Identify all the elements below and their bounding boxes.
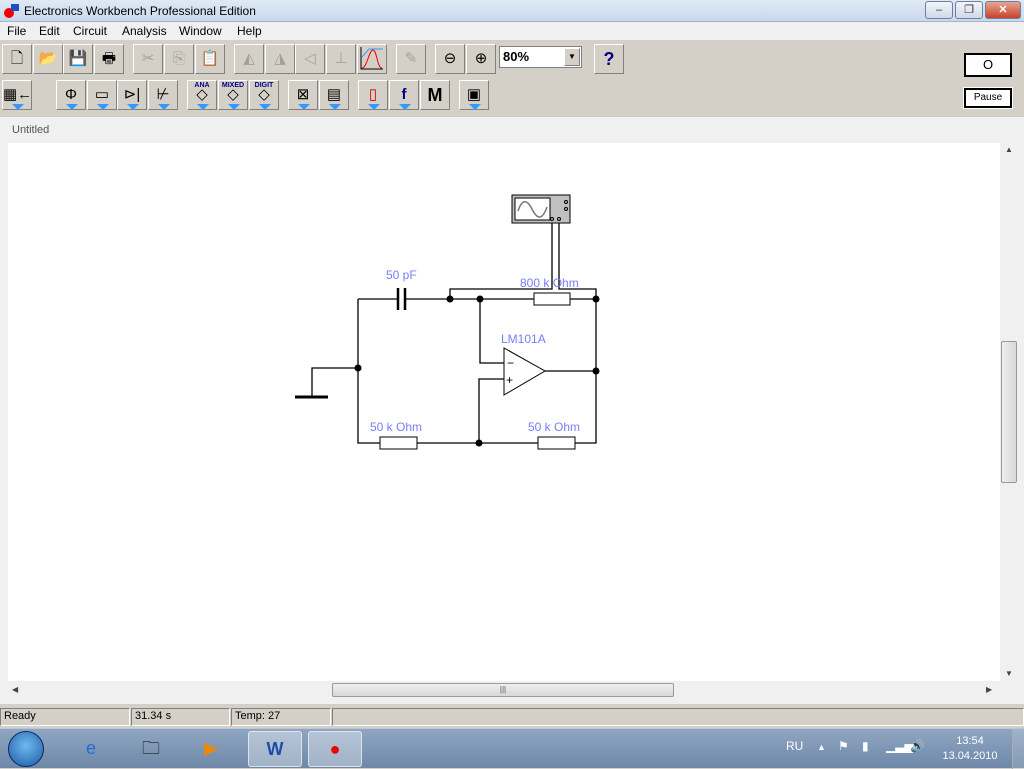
opamp-plus: + (506, 373, 513, 387)
zoom-in-icon[interactable]: ⊕ (466, 44, 496, 74)
circuit-schematic: − + 50 pF 800 k Ohm LM101A 50 k Ohm 50 k… (295, 194, 600, 450)
pause-button[interactable]: Pause (963, 87, 1013, 109)
capacitor-label: 50 pF (386, 268, 417, 282)
feedback-resistor-label: 800 k Ohm (520, 276, 579, 290)
status-empty (332, 708, 1024, 726)
zoom-value: 80% (503, 49, 530, 64)
save-icon[interactable]: 💾 (63, 44, 93, 74)
vertical-scrollbar[interactable]: ▲ ▼ (1000, 143, 1018, 681)
workbench-task-icon[interactable]: ● (308, 731, 362, 767)
clock-time: 13:54 (956, 735, 984, 747)
create-subcircuit-graph-icon[interactable] (357, 44, 387, 74)
zoom-select[interactable]: 80% ▼ (499, 46, 582, 68)
status-bar: Ready 31.34 s Temp: 27 (0, 706, 1024, 728)
new-icon[interactable]: 🗋 (2, 44, 32, 74)
favorites-bin-icon[interactable]: ▦← (2, 80, 32, 110)
controls-bin-icon[interactable]: f (389, 80, 419, 110)
flip-vertical-icon[interactable]: ◁ (295, 44, 325, 74)
open-icon[interactable]: 📂 (33, 44, 63, 74)
explorer-icon[interactable]: 🗀 (124, 731, 178, 767)
show-hidden-icons[interactable]: ▲ (817, 742, 826, 752)
misc-bin[interactable]: M (420, 80, 450, 110)
horizontal-scrollbar[interactable]: ◀ ||| ▶ (8, 681, 1000, 699)
left-resistor-label: 50 k Ohm (370, 420, 422, 434)
zoom-out-icon[interactable]: ⊖ (435, 44, 465, 74)
digital-bin-icon[interactable]: ▤ (319, 80, 349, 110)
cut-icon[interactable]: ✂ (133, 44, 163, 74)
flip-horizontal-icon[interactable]: ◮ (265, 44, 295, 74)
clock-date: 13.04.2010 (942, 750, 998, 762)
title-bar: Electronics Workbench Professional Editi… (0, 0, 1024, 22)
ground-wire (311, 367, 358, 397)
status-text: Ready (0, 708, 130, 726)
analysis-graph-icon[interactable]: ✎ (396, 44, 426, 74)
app-icon (4, 4, 19, 18)
simulation-time: 31.34 s (131, 708, 230, 726)
transistors-bin-icon[interactable]: ⊬ (148, 80, 178, 110)
resistor-right (537, 436, 576, 450)
menu-circuit[interactable]: Circuit (73, 24, 107, 38)
temperature: Temp: 27 (231, 708, 331, 726)
restore-button[interactable]: ❐ (955, 1, 983, 19)
capacitor (396, 288, 407, 310)
menu-edit[interactable]: Edit (39, 24, 60, 38)
logic-gates-bin-icon[interactable]: ⊠ (288, 80, 318, 110)
copy-icon[interactable]: ⎘ (164, 44, 194, 74)
help-button[interactable]: ? (594, 44, 624, 74)
ie-icon[interactable]: e (64, 731, 118, 767)
resistor-left (379, 436, 418, 450)
opamp-label: LM101A (501, 332, 546, 346)
horizontal-scroll-thumb[interactable]: ||| (332, 683, 674, 697)
window-title: Electronics Workbench Professional Editi… (24, 4, 256, 18)
show-desktop-button[interactable] (1012, 729, 1024, 769)
rotate-icon[interactable]: ◭ (234, 44, 264, 74)
component-properties-icon[interactable]: ⊥ (326, 44, 356, 74)
menu-help[interactable]: Help (237, 24, 262, 38)
menu-bar: File Edit Circuit Analysis Window Help (0, 22, 1024, 41)
instruments-bin-icon[interactable]: ▣ (459, 80, 489, 110)
chevron-down-icon[interactable]: ▼ (564, 48, 580, 66)
media-player-icon[interactable]: ▶ (184, 731, 238, 767)
start-button[interactable] (8, 731, 44, 767)
word-icon[interactable]: W (248, 731, 302, 767)
right-resistor-label: 50 k Ohm (528, 420, 580, 434)
diodes-bin-icon[interactable]: ⊳| (117, 80, 147, 110)
minimize-button[interactable]: – (925, 1, 953, 19)
volume-icon[interactable]: 🔊 (910, 739, 925, 753)
print-icon[interactable]: 🖶 (94, 44, 124, 74)
menu-file[interactable]: File (7, 24, 26, 38)
power-switch[interactable]: O (964, 53, 1012, 77)
document-title: Untitled (12, 124, 50, 136)
close-button[interactable]: ✕ (985, 1, 1021, 19)
clock[interactable]: 13:54 13.04.2010 (940, 734, 1000, 764)
taskbar: e 🗀 ▶ W ● RU ▲ ⚑ ▮ ▁▃▅ 🔊 13:54 13.04.201… (0, 728, 1024, 769)
mixed-ics-bin[interactable]: MIXED ◇ (218, 80, 248, 110)
digital-ics-bin[interactable]: DIGIT ◇ (249, 80, 279, 110)
document-window: Untitled − + 50 pF 800 k Ohm LM101A 50 k… (0, 116, 1024, 704)
power-icon[interactable]: ▮ (862, 739, 869, 753)
menu-analysis[interactable]: Analysis (122, 24, 167, 38)
resistor-feedback (533, 292, 571, 306)
vertical-scroll-thumb[interactable] (1001, 341, 1017, 483)
paste-icon[interactable]: 📋 (195, 44, 225, 74)
oscilloscope[interactable] (511, 194, 571, 224)
sources-bin-icon[interactable]: Φ (56, 80, 86, 110)
opamp-minus: − (507, 356, 514, 370)
action-center-icon[interactable]: ⚑ (838, 739, 849, 753)
analog-ics-bin[interactable]: ANA ◇ (187, 80, 217, 110)
circuit-canvas[interactable]: − + 50 pF 800 k Ohm LM101A 50 k Ohm 50 k… (8, 143, 1000, 681)
language-indicator[interactable]: RU (786, 739, 803, 753)
indicators-bin-icon[interactable]: ▯ (358, 80, 388, 110)
menu-window[interactable]: Window (179, 24, 222, 38)
basic-bin-icon[interactable]: ▭ (87, 80, 117, 110)
